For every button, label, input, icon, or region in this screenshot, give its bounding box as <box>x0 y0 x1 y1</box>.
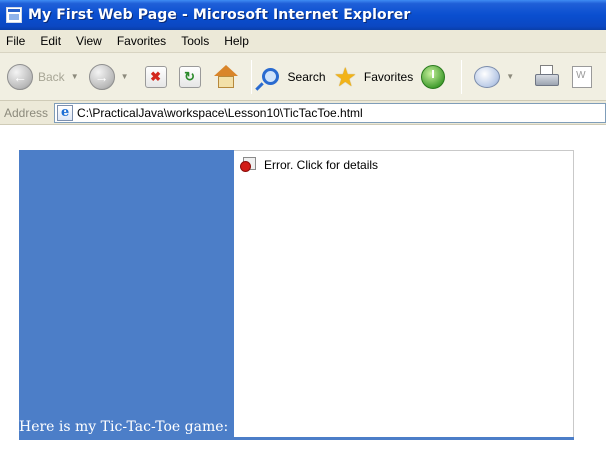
menu-file[interactable]: File <box>6 34 25 48</box>
forward-arrow-icon: → <box>88 63 115 90</box>
mail-button[interactable]: ▼ <box>468 65 524 88</box>
toolbar-separator <box>461 59 463 94</box>
back-arrow-icon: ← <box>7 63 33 90</box>
favorites-label: Favorites <box>363 69 414 84</box>
menu-tools[interactable]: Tools <box>181 34 209 48</box>
forward-dropdown-icon[interactable]: ▼ <box>121 72 129 81</box>
menu-favorites[interactable]: Favorites <box>117 34 166 48</box>
game-panel <box>19 150 234 440</box>
mail-dropdown-icon[interactable]: ▼ <box>506 72 514 81</box>
address-input[interactable]: C:\PracticalJava\workspace\Lesson10\TicT… <box>54 102 606 123</box>
refresh-icon[interactable]: ↻ <box>178 65 201 88</box>
print-icon[interactable] <box>534 64 560 89</box>
menu-edit[interactable]: Edit <box>40 34 61 48</box>
back-dropdown-icon[interactable]: ▼ <box>71 72 79 81</box>
ie-window-icon <box>6 7 22 23</box>
home-icon[interactable] <box>213 64 239 89</box>
address-bar: Address C:\PracticalJava\workspace\Lesso… <box>0 101 606 125</box>
edit-icon[interactable] <box>572 65 593 88</box>
window-title: My First Web Page - Microsoft Internet E… <box>28 7 411 23</box>
game-caption: Here is my Tic-Tac-Toe game: <box>19 419 229 435</box>
error-icon <box>240 157 258 173</box>
history-icon[interactable] <box>421 64 446 89</box>
search-icon <box>261 68 279 85</box>
toolbar-separator <box>250 59 252 94</box>
address-url[interactable]: C:\PracticalJava\workspace\Lesson10\TicT… <box>77 106 363 120</box>
search-label: Search <box>287 69 326 84</box>
applet-error-text: Error. Click for details <box>264 158 379 172</box>
panel-bottom-border <box>19 437 574 440</box>
stop-icon[interactable]: ✖ <box>144 65 167 88</box>
standard-toolbar: ← Back ▼ → ▼ ✖ ↻ Search ★ Favorites ▼ <box>0 53 606 101</box>
menu-view[interactable]: View <box>76 34 102 48</box>
address-label: Address <box>4 105 49 120</box>
menu-help[interactable]: Help <box>224 34 249 48</box>
search-button[interactable]: Search <box>258 68 326 85</box>
back-label: Back <box>38 69 65 84</box>
back-button[interactable]: ← Back ▼ <box>7 63 89 90</box>
star-icon: ★ <box>333 61 357 92</box>
mail-icon <box>474 65 501 88</box>
page-content: Here is my Tic-Tac-Toe game: Error. Clic… <box>0 126 606 450</box>
applet-error[interactable]: Error. Click for details <box>240 157 378 173</box>
menu-bar: File Edit View Favorites Tools Help <box>0 30 606 53</box>
forward-button[interactable]: → ▼ <box>88 63 139 90</box>
favorites-button[interactable]: ★ Favorites <box>326 64 414 90</box>
page-icon <box>57 104 74 121</box>
title-bar[interactable]: My First Web Page - Microsoft Internet E… <box>0 0 606 30</box>
